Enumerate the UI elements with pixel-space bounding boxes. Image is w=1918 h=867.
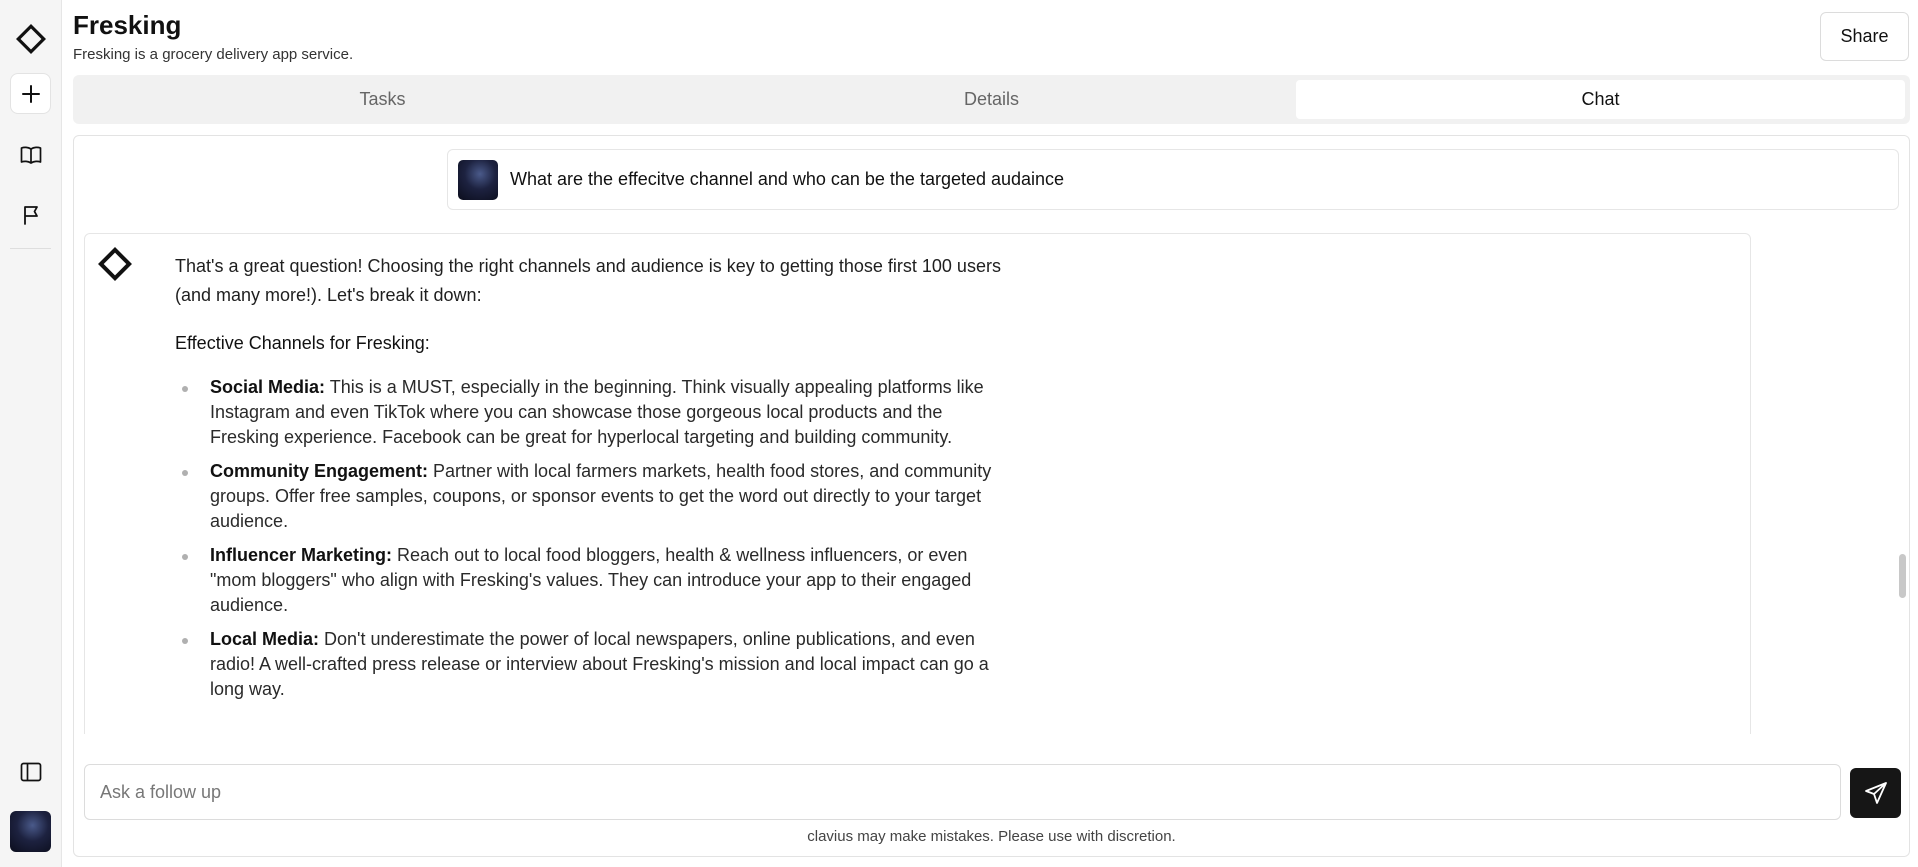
sidebar-toggle-icon — [20, 762, 41, 781]
page-subtitle: Fresking is a grocery delivery app servi… — [73, 46, 354, 63]
follow-up-input-wrapper — [84, 764, 1841, 820]
user-avatar[interactable] — [10, 811, 51, 852]
chat-scroll-area[interactable]: What are the effecitve channel and who c… — [74, 136, 1909, 734]
list-item-text: This is a MUST, especially in the beginn… — [210, 377, 984, 447]
disclaimer-text: clavius may make mistakes. Please use wi… — [807, 828, 1176, 845]
page-title: Fresking — [73, 10, 182, 40]
tab-bar: Tasks Details Chat — [73, 75, 1910, 124]
left-rail — [0, 0, 62, 867]
list-item: Social Media: This is a MUST, especially… — [175, 375, 1005, 450]
share-button[interactable]: Share — [1820, 12, 1909, 61]
list-item-title: Social Media: — [210, 377, 326, 397]
assistant-diamond-icon — [98, 247, 132, 281]
assistant-heading: Effective Channels for Fresking: — [175, 333, 430, 353]
list-item-title: Local Media: — [210, 629, 320, 649]
user-message-avatar — [458, 159, 498, 200]
list-item-title: Community Engagement: — [210, 461, 429, 481]
assistant-intro: That's a great question! Choosing the ri… — [175, 256, 1001, 305]
list-item: Community Engagement: Partner with local… — [175, 459, 1005, 534]
book-icon — [20, 145, 41, 164]
chat-scrollbar[interactable] — [1899, 554, 1906, 598]
flag-button[interactable] — [10, 194, 51, 235]
assistant-message: That's a great question! Choosing the ri… — [84, 233, 1751, 734]
library-button[interactable] — [10, 134, 51, 175]
sidebar-toggle-button[interactable] — [10, 751, 51, 792]
logo-button[interactable] — [10, 18, 51, 59]
list-item: Local Media: Don't underestimate the pow… — [175, 627, 1005, 702]
assistant-message-body: That's a great question! Choosing the ri… — [175, 252, 1005, 711]
rail-divider — [10, 248, 51, 249]
tab-tasks[interactable]: Tasks — [78, 80, 687, 119]
chat-panel: What are the effecitve channel and who c… — [73, 135, 1910, 857]
list-item-text: Don't underestimate the power of local n… — [210, 629, 989, 699]
tab-chat[interactable]: Chat — [1296, 80, 1905, 119]
new-chat-button[interactable] — [10, 73, 51, 114]
send-icon — [1864, 782, 1887, 804]
logo-diamond-icon — [15, 23, 46, 54]
user-message: What are the effecitve channel and who c… — [447, 149, 1899, 210]
list-item-title: Influencer Marketing: — [210, 545, 393, 565]
user-message-text: What are the effecitve channel and who c… — [510, 169, 1065, 189]
channel-list: Social Media: This is a MUST, especially… — [175, 375, 1005, 702]
send-button[interactable] — [1850, 768, 1901, 818]
plus-icon — [21, 84, 40, 103]
follow-up-input[interactable] — [85, 765, 1840, 819]
flag-icon — [23, 205, 38, 225]
tab-details[interactable]: Details — [687, 80, 1296, 119]
list-item: Influencer Marketing: Reach out to local… — [175, 543, 1005, 618]
